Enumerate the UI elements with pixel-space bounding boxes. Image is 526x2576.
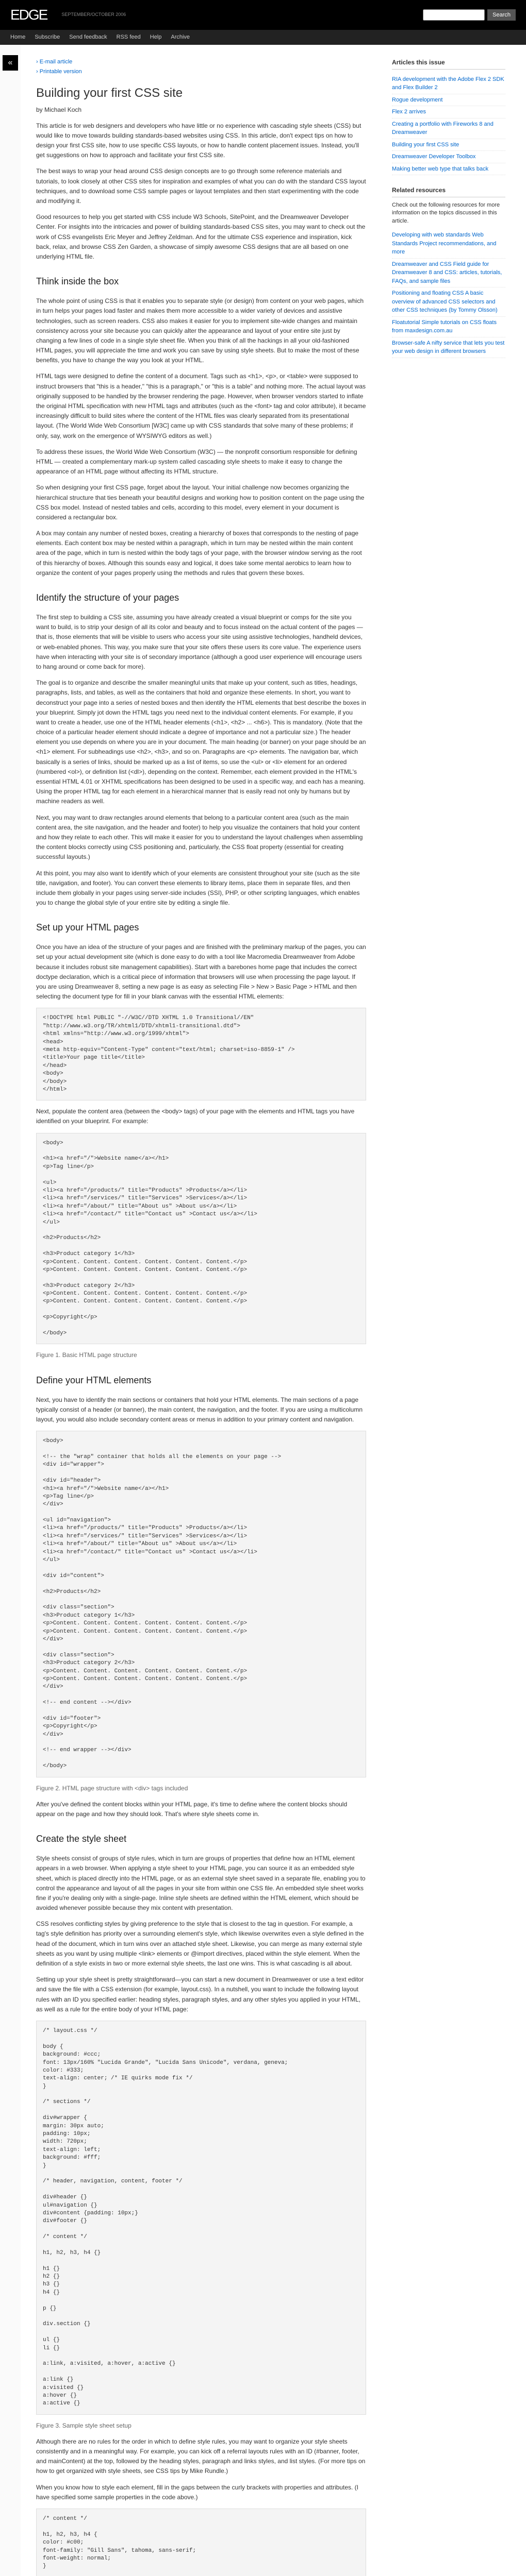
- sidebar: Articles this issue RIA development with…: [382, 45, 516, 2576]
- articles-list: RIA development with the Adobe Flex 2 SD…: [392, 74, 505, 176]
- figure-caption: Figure 3. Sample style sheet setup: [36, 2421, 366, 2431]
- back-column: «: [0, 45, 21, 2576]
- list-item[interactable]: Browser-safe A nifty service that lets y…: [392, 337, 505, 358]
- nav-archive[interactable]: Archive: [171, 33, 190, 42]
- intro-para: This article is for web designers and de…: [36, 121, 366, 161]
- nav-help[interactable]: Help: [150, 33, 162, 42]
- body-para: When you know how to style each element,…: [36, 2483, 366, 2502]
- issue-label: SEPTEMBER/OCTOBER 2006: [61, 11, 126, 19]
- list-item[interactable]: Building your first CSS site: [392, 139, 505, 151]
- email-link[interactable]: › E-mail article: [36, 58, 366, 66]
- body-para: The goal is to organize and describe the…: [36, 678, 366, 806]
- body-para: Next, you may want to draw rectangles ar…: [36, 813, 366, 862]
- body-para: Once you have an idea of the structure o…: [36, 942, 366, 1002]
- section-heading: Create the style sheet: [36, 1832, 366, 1846]
- list-item[interactable]: Rogue development: [392, 94, 505, 107]
- sidebar-text: Check out the following resources for mo…: [392, 201, 505, 225]
- code-block: <body> <!-- the "wrap" container that ho…: [36, 1431, 366, 1777]
- body-para: Setting up your style sheet is pretty st…: [36, 1975, 366, 2014]
- body-para: At this point, you may also want to iden…: [36, 869, 366, 908]
- intro-para: The best ways to wrap your head around C…: [36, 166, 366, 206]
- body-para: The first step to building a CSS site, a…: [36, 613, 366, 672]
- back-button[interactable]: «: [3, 55, 18, 71]
- code-block: <!DOCTYPE html PUBLIC "-//W3C//DTD XHTML…: [36, 1008, 366, 1100]
- related-list: Developing with web standards Web Standa…: [392, 229, 505, 358]
- main-content: › E-mail article › Printable version Bui…: [21, 45, 382, 2576]
- nav-home[interactable]: Home: [10, 33, 25, 42]
- list-item[interactable]: Flex 2 arrives: [392, 106, 505, 118]
- logo: EDGE: [10, 4, 47, 26]
- body-para: After you've defined the content blocks …: [36, 1800, 366, 1819]
- list-item[interactable]: Floatutorial Simple tutorials on CSS flo…: [392, 317, 505, 337]
- body-para: HTML tags were designed to define the co…: [36, 371, 366, 440]
- code-block: <body> <h1><a href="/">Website name</a><…: [36, 1133, 366, 1345]
- list-item[interactable]: Creating a portfolio with Fireworks 8 an…: [392, 118, 505, 139]
- list-item[interactable]: Positioning and floating CSS A basic ove…: [392, 287, 505, 317]
- article-actions: › E-mail article › Printable version: [36, 58, 366, 76]
- sidebar-heading: Related resources: [392, 185, 505, 197]
- sidebar-heading: Articles this issue: [392, 58, 505, 70]
- nav-subscribe[interactable]: Subscribe: [35, 33, 60, 42]
- figure-caption: Figure 1. Basic HTML page structure: [36, 1350, 366, 1360]
- intro-para: Good resources to help you get started w…: [36, 212, 366, 262]
- list-item[interactable]: Developing with web standards Web Standa…: [392, 229, 505, 259]
- code-block: /* content */ h1, h2, h3, h4 { color: #c…: [36, 2509, 366, 2576]
- section-heading: Define your HTML elements: [36, 1374, 366, 1387]
- figure-caption: Figure 2. HTML page structure with <div>…: [36, 1784, 366, 1793]
- body-para: Style sheets consist of groups of style …: [36, 1854, 366, 1913]
- nav-feedback[interactable]: Send feedback: [69, 33, 107, 42]
- list-item[interactable]: RIA development with the Adobe Flex 2 SD…: [392, 74, 505, 94]
- list-item[interactable]: Dreamweaver and CSS Field guide for Drea…: [392, 259, 505, 288]
- section-heading: Identify the structure of your pages: [36, 591, 366, 605]
- body-para: So when designing your first CSS page, f…: [36, 483, 366, 522]
- page-title: Building your first CSS site: [36, 84, 366, 103]
- topbar: EDGE SEPTEMBER/OCTOBER 2006 Search: [0, 0, 526, 30]
- byline: by Michael Koch: [36, 105, 366, 115]
- search-form: Search: [423, 9, 516, 21]
- body-para: Next, populate the content area (between…: [36, 1107, 366, 1126]
- code-block: /* layout.css */ body { background: #ccc…: [36, 2021, 366, 2415]
- navbar: Home Subscribe Send feedback RSS feed He…: [0, 30, 526, 45]
- search-button[interactable]: Search: [487, 9, 516, 21]
- section-heading: Set up your HTML pages: [36, 921, 366, 935]
- body-para: To address these issues, the World Wide …: [36, 447, 366, 477]
- body-para: The whole point of using CSS is that it …: [36, 296, 366, 365]
- search-input[interactable]: [423, 9, 485, 21]
- list-item[interactable]: Dreamweaver Developer Toolbox: [392, 151, 505, 163]
- print-link[interactable]: › Printable version: [36, 67, 366, 76]
- nav-rss[interactable]: RSS feed: [117, 33, 141, 42]
- body-para: Although there are no rules for the orde…: [36, 2437, 366, 2477]
- list-item[interactable]: Making better web type that talks back: [392, 163, 505, 176]
- body-para: Next, you have to identify the main sect…: [36, 1395, 366, 1425]
- body-para: CSS resolves conflicting styles by givin…: [36, 1919, 366, 1969]
- section-heading: Think inside the box: [36, 275, 366, 289]
- body-para: A box may contain any number of nested b…: [36, 529, 366, 578]
